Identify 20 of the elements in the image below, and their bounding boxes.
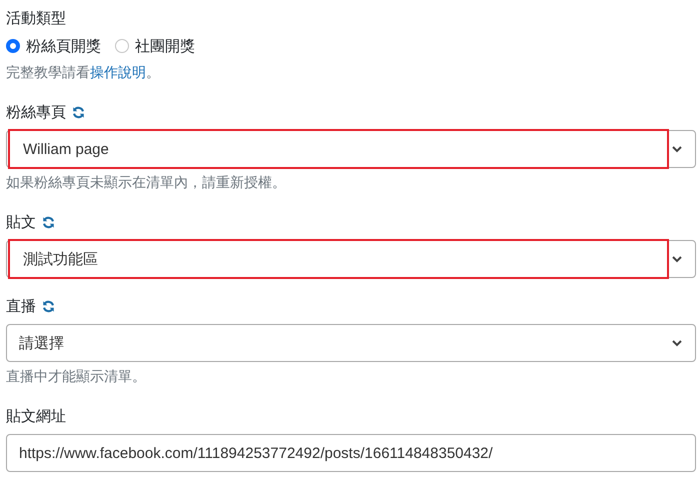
field-label: 貼文網址 bbox=[6, 406, 66, 426]
refresh-icon[interactable] bbox=[42, 216, 55, 228]
radio-button[interactable] bbox=[6, 39, 20, 53]
field-label: 直播 bbox=[6, 296, 36, 316]
select-field[interactable]: 請選擇 bbox=[6, 324, 696, 362]
refresh-icon[interactable] bbox=[72, 106, 85, 118]
select-field[interactable]: William page bbox=[6, 130, 696, 168]
field-label: 粉絲專頁 bbox=[6, 102, 66, 122]
radio-option[interactable]: 社團開獎 bbox=[115, 36, 195, 56]
select-field[interactable]: 測試功能區 bbox=[6, 240, 696, 278]
field-label: 貼文 bbox=[6, 212, 36, 232]
refresh-icon[interactable] bbox=[42, 300, 55, 312]
radio-option[interactable]: 粉絲頁開獎 bbox=[6, 36, 101, 56]
input-field[interactable]: https://www.facebook.com/111894253772492/posts/166114848350432/ bbox=[6, 434, 696, 472]
help-text: 直播中才能顯示清單。 bbox=[6, 368, 147, 386]
help-text: 如果粉絲專頁未顯示在清單內，請重新授權。 bbox=[6, 174, 287, 192]
instructions-link[interactable]: 操作說明 bbox=[90, 64, 146, 80]
field-label: 活動類型 bbox=[6, 8, 66, 28]
radio-button[interactable] bbox=[115, 39, 129, 53]
help-text: 完整教學請看操作說明。 bbox=[6, 64, 161, 82]
